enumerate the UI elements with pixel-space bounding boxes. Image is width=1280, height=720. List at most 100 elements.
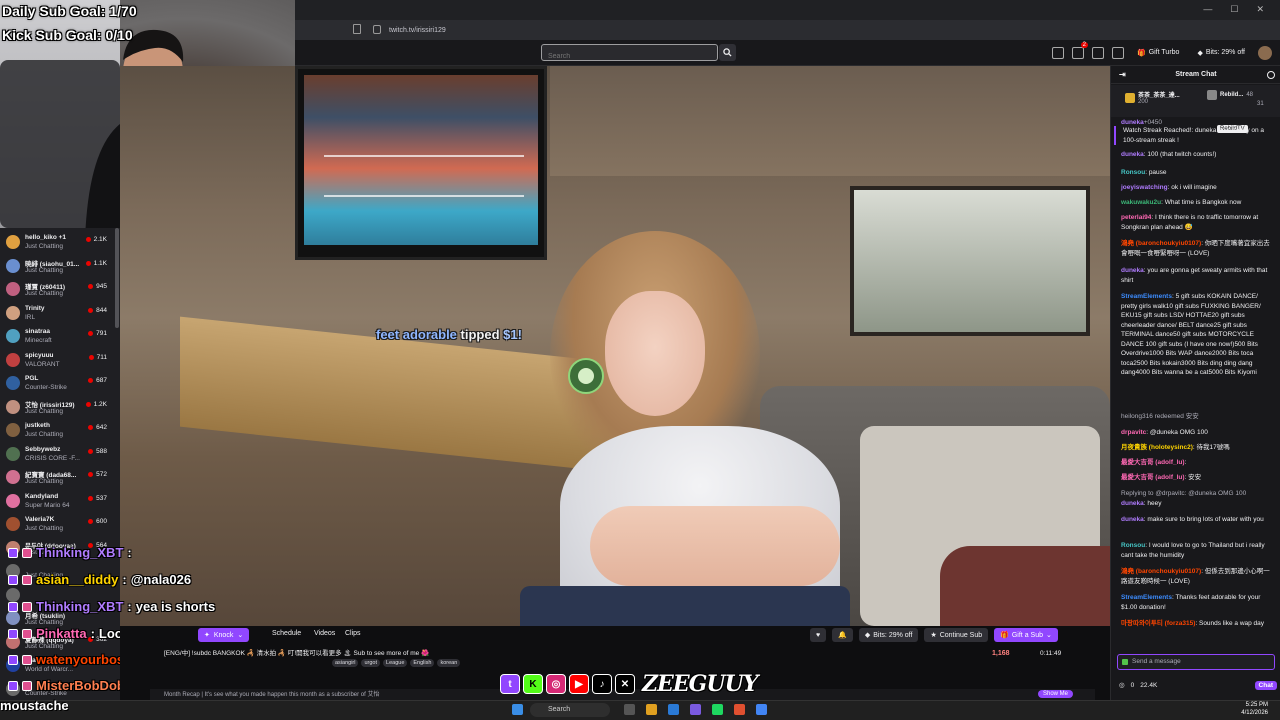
tag-chip[interactable]: urgot	[361, 659, 381, 667]
chat-send-button[interactable]: Chat	[1254, 680, 1277, 690]
url-text[interactable]: twitch.tv/irissiri129	[389, 27, 446, 34]
chat-username[interactable]: 마팡따와이투티 (forza315)	[1121, 620, 1195, 627]
user-avatar[interactable]	[1258, 45, 1272, 60]
chat-message[interactable]: duneka: make sure to bring lots of water…	[1121, 515, 1273, 525]
task-view-icon[interactable]	[624, 704, 635, 715]
continue-sub-button[interactable]: ★ Continue Sub	[924, 628, 989, 642]
chat-username[interactable]: 鴻堯 (baronchoukyiu0107)	[1121, 568, 1201, 575]
bits-offer-button[interactable]: ◆ Bits: 29% off	[858, 628, 919, 642]
chat-username[interactable]: drpavitc	[1121, 429, 1146, 436]
chat-message[interactable]: Watch Streak Reached!: duneka is current…	[1114, 126, 1277, 145]
chat-message[interactable]: duneka: you are gonna get sweaty armits …	[1121, 266, 1273, 285]
chat-username[interactable]: 月夜貴族 (holoteysinc2)	[1121, 444, 1193, 451]
chat-username[interactable]: duneka	[1121, 267, 1144, 274]
chat-message[interactable]: StreamElements: Thanks feet adorable for…	[1121, 593, 1273, 612]
bits-button[interactable]: ◆ Bits: 29% off	[1192, 47, 1250, 59]
tag-chip[interactable]: League	[383, 659, 408, 667]
chat-message[interactable]: duneka: 100 (that twitch counts!)	[1121, 150, 1273, 160]
knock-button[interactable]: ✦ Knock ⌄	[198, 628, 250, 642]
search-input[interactable]	[542, 49, 717, 64]
chat-message[interactable]: 마팡따와이투티 (forza315): Sounds like a wap da…	[1121, 619, 1273, 629]
chat-username[interactable]: duneka	[1121, 119, 1144, 126]
chat-username[interactable]: duneka	[1121, 516, 1144, 523]
chat-message[interactable]: 鴻堯 (baronchoukyiu0107): 但係去到那邊小心啊一路遊友啲時候…	[1121, 567, 1273, 586]
chat-message[interactable]: 鴻堯 (baronchoukyiu0107): 你晒下度嘴著宜家出去會嘢嘅一食嘢…	[1121, 239, 1273, 258]
taskbar-clock[interactable]: 5:25 PM 4/12/2026	[1241, 701, 1268, 717]
tab-videos[interactable]: Videos	[314, 630, 335, 637]
tab-clips[interactable]: Clips	[345, 630, 361, 637]
chat-message[interactable]: heilong316 redeemed 安安	[1121, 412, 1273, 422]
chat-username[interactable]: StreamElements	[1121, 594, 1172, 601]
chat-username[interactable]: duneka	[1121, 500, 1144, 507]
sidebar-channel[interactable]: hello_kiko +1 Just Chatting 2.1K	[0, 232, 120, 255]
maximize-icon[interactable]: ☐	[1230, 4, 1238, 15]
close-icon[interactable]: ✕	[1256, 4, 1264, 15]
show-me-button[interactable]: Show Me	[1038, 690, 1074, 698]
top-gifter[interactable]: 茶茶_茶茶_達... 200	[1125, 90, 1180, 105]
sidebar-channel[interactable]: 瑾賈 (z60411) Just Chatting 945	[0, 279, 120, 302]
sidebar-channel[interactable]: 紀寶寶 (dada68... Just Chatting 572	[0, 467, 120, 490]
chat-username[interactable]: duneka	[1121, 151, 1144, 158]
chat-username[interactable]: wakuwaku2u	[1121, 199, 1161, 206]
sidebar-channel[interactable]: 艾怡 (irissiri129) Just Chatting 1.2K	[0, 397, 120, 420]
sidebar-channel[interactable]: Valeria7K Just Chatting 600	[0, 514, 120, 537]
sidebar-channel[interactable]: Sebbywebz CRISIS CORE -F... 588	[0, 444, 120, 467]
community-icon[interactable]	[1267, 71, 1275, 79]
chat-message[interactable]: Ronsou: I would love to go to Thailand b…	[1121, 541, 1273, 560]
chrome-icon[interactable]	[756, 704, 767, 715]
start-icon[interactable]	[512, 704, 523, 715]
minimize-icon[interactable]: —	[1203, 4, 1212, 15]
tag-chip[interactable]: asiangirl	[332, 659, 359, 667]
chat-username[interactable]: peterlai94	[1121, 214, 1151, 221]
chat-username[interactable]: 最愛大吉哥 (adolf_lu)	[1121, 474, 1185, 481]
chat-message[interactable]: 最愛大吉哥 (adolf_lu): 安安	[1121, 473, 1273, 483]
sidebar-channel[interactable]: Kandyland Super Mario 64 537	[0, 491, 120, 514]
chat-username[interactable]: 最愛大吉哥 (adolf_lu)	[1121, 459, 1185, 466]
chat-message[interactable]: duneka: heey	[1121, 499, 1273, 509]
brave-icon[interactable]	[734, 704, 745, 715]
sidebar-channel[interactable]: sinatraa Minecraft 791	[0, 326, 120, 349]
chat-username[interactable]: joeyiswatching	[1121, 184, 1168, 191]
sidebar-channel[interactable]: Trinity IRL 844	[0, 303, 120, 326]
notifications-icon[interactable]: 2	[1071, 41, 1088, 59]
notification-bell-button[interactable]: 🔔	[832, 628, 853, 642]
top-gifter[interactable]: Rebild... 48	[1207, 90, 1253, 100]
store-icon[interactable]	[668, 704, 679, 715]
address-bar[interactable]: twitch.tv/irissiri129	[295, 20, 1280, 40]
chat-message[interactable]: 月夜貴族 (holoteysinc2): 待我17號嗎	[1121, 443, 1273, 453]
sidebar-channel[interactable]: justketh Just Chatting 642	[0, 420, 120, 443]
chat-message[interactable]: wakuwaku2u: What time is Bangkok now	[1121, 198, 1273, 208]
chat-message[interactable]: Replying to @drpavitc: @duneka OMG 100	[1121, 489, 1273, 499]
chat-message[interactable]: 最愛大吉哥 (adolf_lu):	[1121, 458, 1273, 468]
chat-username[interactable]: Ronsou	[1121, 542, 1145, 549]
sidebar-channel[interactable]: PGL Counter-Strike 687	[0, 373, 120, 396]
tab-schedule[interactable]: Schedule	[272, 630, 301, 637]
sidebar-channel[interactable]: spicyuuu VALORANT 711	[0, 350, 120, 373]
chat-message[interactable]: StreamElements: 5 gift subs KOKAIN DANCE…	[1121, 292, 1273, 378]
file-explorer-icon[interactable]	[646, 704, 657, 715]
search-button[interactable]	[719, 44, 736, 61]
bookmark-icon[interactable]	[353, 24, 361, 34]
chat-message[interactable]: joeyiswatching: ok i will imagine	[1121, 183, 1273, 193]
top-gifter[interactable]: 31	[1257, 101, 1264, 107]
points-b[interactable]: 22.4K	[1140, 682, 1157, 689]
chat-input[interactable]: Send a message	[1117, 654, 1275, 670]
gift-turbo-button[interactable]: 🎁 Gift Turbo	[1132, 47, 1184, 59]
drops-icon[interactable]	[1111, 46, 1124, 59]
tag-chip[interactable]: English	[410, 659, 435, 667]
video-player[interactable]	[120, 66, 1110, 626]
search-field[interactable]	[541, 44, 718, 64]
follow-heart-button[interactable]: ♥	[810, 628, 827, 642]
prime-icon[interactable]	[1051, 46, 1064, 59]
chat-username[interactable]: 鴻堯 (baronchoukyiu0107)	[1121, 240, 1201, 247]
chat-message[interactable]: peterlai94: I think there is no traffic …	[1121, 213, 1273, 232]
gift-sub-button[interactable]: 🎁 Gift a Sub ⌄	[994, 628, 1058, 642]
sidebar-channel[interactable]: 暁緋 (siaohu_01... Just Chatting 1.1K	[0, 256, 120, 279]
spotify-icon[interactable]	[712, 704, 723, 715]
site-info-icon[interactable]	[373, 25, 381, 34]
chat-message[interactable]: Ronsou: pause	[1121, 168, 1273, 178]
discord-icon[interactable]	[690, 704, 701, 715]
chat-username[interactable]: StreamElements	[1121, 293, 1172, 300]
collapse-chat-icon[interactable]: ⇥	[1119, 66, 1126, 84]
channel-points-icon[interactable]: ◎	[1119, 681, 1125, 689]
